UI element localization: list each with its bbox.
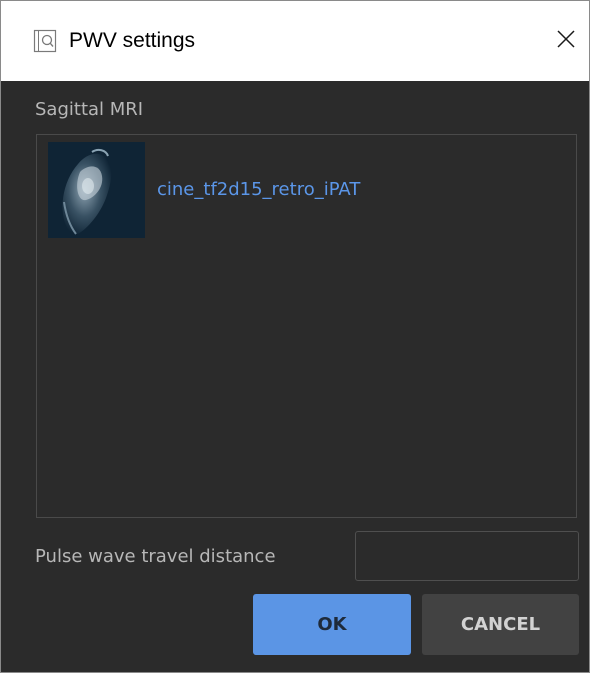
search-window-icon (32, 28, 58, 54)
distance-input[interactable] (355, 531, 579, 581)
mri-thumbnail (48, 142, 145, 238)
series-name[interactable]: cine_tf2d15_retro_iPAT (157, 178, 360, 202)
close-icon (557, 30, 575, 48)
cancel-button[interactable]: CANCEL (422, 594, 579, 655)
title-bar[interactable]: PWV settings (1, 1, 589, 81)
pwv-settings-dialog: PWV settings Sagittal MRI cine_tf2d15_re… (0, 0, 590, 673)
sagittal-mri-label: Sagittal MRI (35, 99, 144, 120)
list-item[interactable]: cine_tf2d15_retro_iPAT (48, 142, 568, 240)
sagittal-series-list[interactable]: cine_tf2d15_retro_iPAT (36, 134, 577, 518)
distance-label: Pulse wave travel distance (35, 546, 276, 567)
dialog-body: Sagittal MRI cine_tf2d15_retro_iPAT Puls… (1, 81, 589, 672)
ok-button[interactable]: OK (253, 594, 411, 655)
dialog-title: PWV settings (69, 29, 196, 52)
close-button[interactable] (543, 13, 589, 65)
